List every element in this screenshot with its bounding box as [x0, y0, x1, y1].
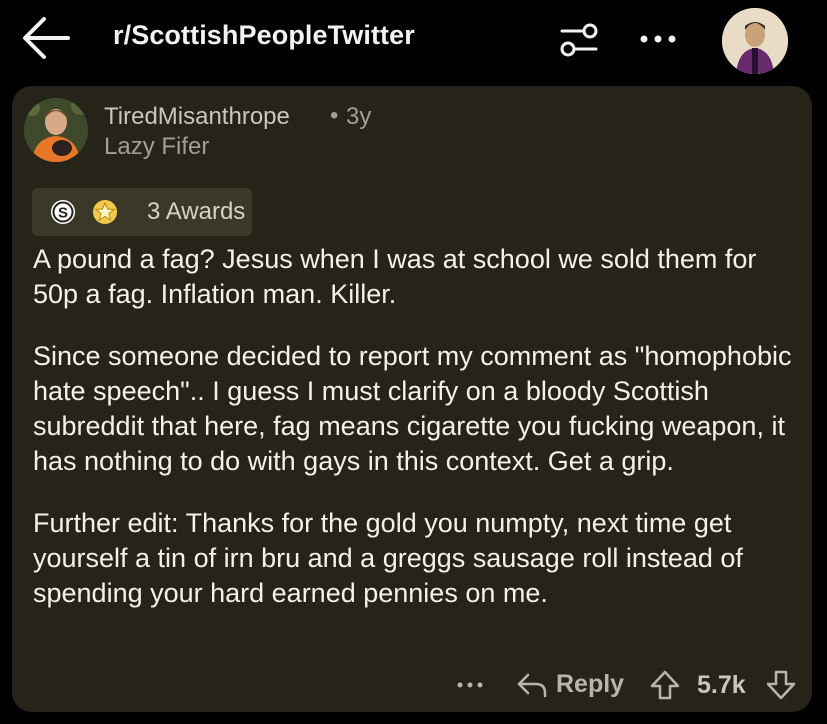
more-dots-icon — [457, 682, 483, 688]
user-flair: Lazy Fifer — [104, 133, 210, 160]
reply-arrow-icon — [517, 673, 547, 698]
back-arrow-icon — [23, 17, 70, 59]
profile-avatar-icon — [722, 8, 788, 74]
svg-text:S: S — [58, 205, 68, 222]
comment-age: 3y — [346, 103, 372, 130]
comment-paragraph: Further edit: Thanks for the gold you nu… — [33, 508, 743, 608]
comment-more-button[interactable] — [452, 670, 488, 700]
reply-button[interactable]: Reply — [512, 664, 626, 704]
user-avatar[interactable] — [722, 8, 788, 74]
comment-card: TiredMisanthrope • 3y Lazy Fifer S 3 Awa… — [12, 86, 812, 712]
awards-count: 3 Awards — [147, 198, 246, 225]
more-options-button[interactable] — [636, 26, 680, 52]
commenter-avatar-icon — [24, 98, 88, 162]
comment-author[interactable]: TiredMisanthrope — [104, 103, 290, 131]
top-bar: r/ScottishPeopleTwitter — [0, 0, 827, 80]
comment-paragraph: Since someone decided to report my comme… — [33, 341, 792, 476]
back-button[interactable] — [20, 14, 72, 62]
downvote-button[interactable] — [764, 668, 798, 702]
subreddit-title[interactable]: r/ScottishPeopleTwitter — [113, 20, 415, 51]
filter-button[interactable] — [556, 22, 602, 58]
commenter-avatar[interactable] — [24, 98, 88, 162]
silver-award-icon: S — [51, 200, 75, 224]
vote-score: 5.7k — [697, 671, 746, 699]
meta-separator: • — [330, 102, 339, 129]
comment-paragraph: A pound a fag? Jesus when I was at schoo… — [33, 244, 757, 309]
comment-body: A pound a fag? Jesus when I was at schoo… — [33, 242, 803, 638]
more-dots-icon — [640, 35, 676, 43]
comment-actions: Reply 5.7k — [12, 664, 812, 708]
upvote-arrow-icon — [650, 670, 680, 700]
filter-sliders-icon — [560, 23, 598, 57]
downvote-arrow-icon — [766, 670, 796, 700]
upvote-button[interactable] — [648, 668, 682, 702]
reply-label: Reply — [556, 670, 625, 698]
awards-badge[interactable]: S 3 Awards — [32, 188, 252, 236]
star-award-icon — [93, 200, 117, 224]
